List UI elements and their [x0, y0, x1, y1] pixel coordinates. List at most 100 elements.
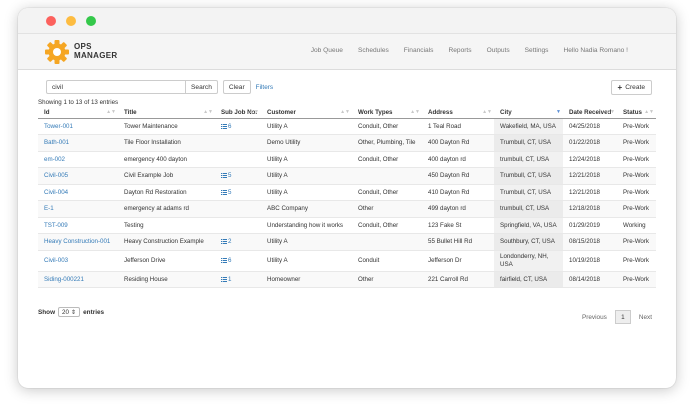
create-label: Create [625, 84, 645, 91]
column-label: Address [428, 108, 453, 116]
cell-id[interactable]: Heavy Construction-001 [38, 233, 118, 251]
user-greeting[interactable]: Hello Nadia Romano ! [563, 47, 628, 54]
nav-outputs[interactable]: Outputs [487, 47, 510, 54]
cell-id[interactable]: Civil-003 [38, 250, 118, 272]
cell-id[interactable]: Civil-005 [38, 167, 118, 185]
cell-sub-job[interactable]: 2 [215, 233, 261, 251]
cell-city: Wakefield, MA, USA [494, 118, 563, 135]
sort-icon: ▲▼ [482, 109, 492, 115]
top-navbar: OPS MANAGER Job Queue Schedules Financia… [18, 34, 676, 70]
cell-title: Residing House [118, 271, 215, 288]
cell-status: Pre-Work [617, 233, 656, 251]
cell-customer: Homeowner [261, 271, 352, 288]
cell-date-received: 01/29/2019 [563, 217, 617, 234]
cell-city: trumbull, CT, USA [494, 200, 563, 218]
cell-address: 450 Dayton Rd [422, 167, 494, 185]
filters-link[interactable]: Filters [256, 84, 273, 91]
cell-city: Trumbull, CT, USA [494, 134, 563, 152]
job-id-link[interactable]: em-002 [44, 156, 65, 163]
column-header-date-received[interactable]: Date Received ▲▼ [563, 107, 617, 119]
column-header-title[interactable]: Title ▲▼ [118, 107, 215, 119]
column-header-city[interactable]: City ▼ [494, 107, 563, 119]
next-page-button[interactable]: Next [639, 314, 652, 321]
job-id-link[interactable]: Tower-001 [44, 123, 73, 130]
cell-sub-job[interactable]: 1 [215, 271, 261, 288]
create-button[interactable]: + Create [610, 80, 652, 95]
cell-work-types: Conduit, Other [352, 184, 422, 201]
cell-title: emergency 400 dayton [118, 151, 215, 168]
cell-id[interactable]: Siding-000221 [38, 271, 118, 288]
cell-sub-job[interactable]: 6 [215, 118, 261, 135]
cell-work-types: Conduit, Other [352, 151, 422, 168]
cell-status: Pre-Work [617, 134, 656, 152]
cell-customer: Demo Utility [261, 134, 352, 152]
cell-customer: Utility A [261, 184, 352, 201]
job-id-link[interactable]: Siding-000221 [44, 276, 84, 283]
page-1-button[interactable]: 1 [614, 310, 631, 324]
job-id-link[interactable]: Heavy Construction-001 [44, 238, 110, 245]
sub-job-count: 6 [228, 257, 232, 264]
sub-job-count: 5 [228, 172, 232, 180]
column-header-customer[interactable]: Customer ▲▼ [261, 107, 352, 119]
cell-title: Tile Floor Installation [118, 134, 215, 152]
column-header-address[interactable]: Address ▲▼ [422, 107, 494, 119]
cell-id[interactable]: Tower-001 [38, 118, 118, 135]
nav-reports[interactable]: Reports [448, 47, 471, 54]
nav-settings[interactable]: Settings [525, 47, 549, 54]
close-window-button[interactable] [46, 16, 56, 26]
cell-id[interactable]: E-1 [38, 200, 118, 218]
sub-job-link[interactable]: 1 [221, 276, 231, 283]
table-row: Civil-005 Civil Example Job 5 Utility A … [38, 167, 656, 185]
brand-name[interactable]: OPS MANAGER [74, 42, 117, 60]
column-label: City [500, 108, 512, 116]
cell-sub-job[interactable]: 5 [215, 167, 261, 185]
page-size-value: 20 [62, 308, 69, 316]
show-label: Show [38, 308, 56, 316]
nav-financials[interactable]: Financials [404, 47, 434, 54]
cell-city: Trumbull, CT, USA [494, 167, 563, 185]
column-header-id[interactable]: Id ▲▼ [38, 107, 118, 119]
minimize-window-button[interactable] [66, 16, 76, 26]
page-size-select[interactable]: 20 ⇕ [58, 307, 81, 317]
cell-address: 1 Teal Road [422, 118, 494, 135]
column-header-work-types[interactable]: Work Types ▲▼ [352, 107, 422, 119]
nav-job-queue[interactable]: Job Queue [311, 47, 343, 54]
cell-id[interactable]: TST-009 [38, 217, 118, 234]
sub-job-link[interactable]: 5 [221, 189, 231, 196]
cell-id[interactable]: em-002 [38, 151, 118, 168]
sub-job-link[interactable]: 6 [221, 123, 231, 130]
plus-icon: + [617, 82, 623, 92]
cell-address: 499 dayton rd [422, 200, 494, 218]
job-id-link[interactable]: Civil-005 [44, 172, 68, 179]
cell-work-types [352, 167, 422, 185]
sub-job-link[interactable]: 5 [221, 172, 231, 179]
main-nav: Job Queue Schedules Financials Reports O… [311, 47, 628, 54]
sub-job-link[interactable]: 6 [221, 257, 231, 264]
cell-date-received: 12/21/2018 [563, 167, 617, 185]
table-footer: Show 20 ⇕ entries Previous 1 Next [38, 307, 656, 324]
column-header-status[interactable]: Status ▲▼ [617, 107, 656, 119]
cell-date-received: 08/15/2018 [563, 233, 617, 251]
clear-button[interactable]: Clear [222, 80, 251, 94]
job-id-link[interactable]: Bath-001 [44, 139, 69, 146]
column-header-sub-job[interactable]: Sub Job No. ▲▼ [215, 107, 261, 119]
cell-work-types: Other, Plumbing, Tile [352, 134, 422, 152]
previous-page-button[interactable]: Previous [582, 314, 607, 321]
job-id-link[interactable]: E-1 [44, 205, 54, 212]
search-input[interactable] [46, 80, 186, 94]
job-id-link[interactable]: TST-009 [44, 222, 68, 229]
cell-id[interactable]: Bath-001 [38, 134, 118, 152]
job-id-link[interactable]: Civil-003 [44, 257, 68, 264]
list-icon [221, 189, 227, 195]
search-button[interactable]: Search [186, 80, 218, 94]
maximize-window-button[interactable] [86, 16, 96, 26]
cell-date-received: 12/21/2018 [563, 184, 617, 201]
gear-logo-icon[interactable] [44, 39, 70, 65]
job-id-link[interactable]: Civil-004 [44, 189, 68, 196]
nav-schedules[interactable]: Schedules [358, 47, 389, 54]
cell-id[interactable]: Civil-004 [38, 184, 118, 201]
sub-job-link[interactable]: 2 [221, 238, 231, 245]
cell-sub-job[interactable]: 6 [215, 250, 261, 272]
cell-sub-job[interactable]: 5 [215, 184, 261, 201]
page-size-control: Show 20 ⇕ entries [38, 307, 104, 317]
